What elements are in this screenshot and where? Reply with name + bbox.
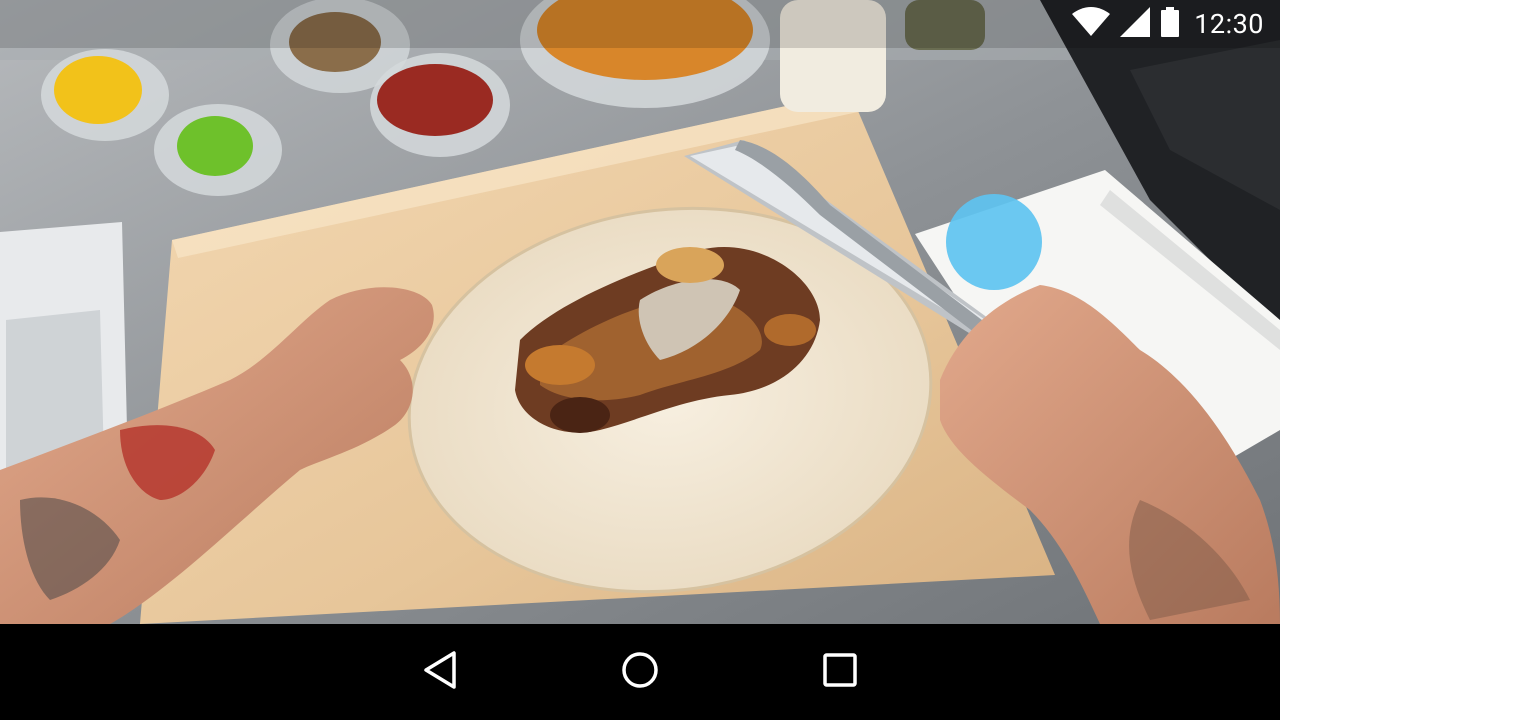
battery-icon bbox=[1160, 7, 1180, 41]
video-frame[interactable] bbox=[0, 0, 1280, 624]
cell-signal-icon bbox=[1120, 7, 1151, 41]
cooking-scene-image bbox=[0, 0, 1280, 624]
home-icon bbox=[620, 650, 660, 694]
back-icon bbox=[420, 650, 460, 694]
status-icons: 12:30 bbox=[1072, 7, 1264, 41]
navigation-bar bbox=[0, 624, 1280, 720]
status-clock: 12:30 bbox=[1194, 8, 1264, 40]
touch-indicator bbox=[946, 194, 1042, 290]
back-button[interactable] bbox=[416, 648, 464, 696]
home-button[interactable] bbox=[616, 648, 664, 696]
phone-screen: 12:30 bbox=[0, 0, 1280, 720]
recents-button[interactable] bbox=[816, 648, 864, 696]
recents-icon bbox=[820, 650, 860, 694]
wifi-icon bbox=[1072, 7, 1111, 41]
status-bar: 12:30 bbox=[0, 0, 1280, 48]
